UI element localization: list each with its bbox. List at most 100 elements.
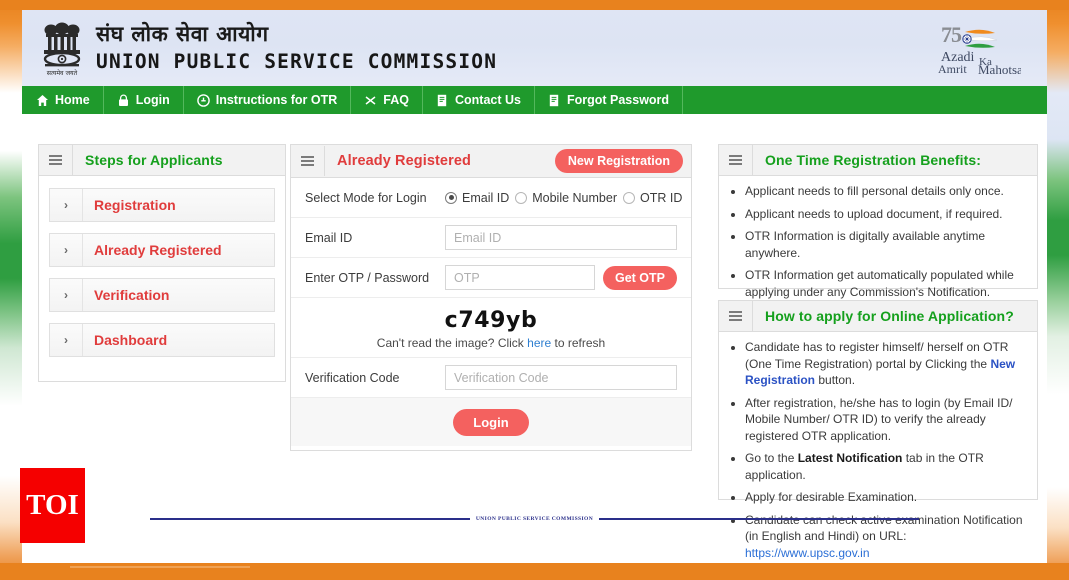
document-icon [436,94,449,107]
list-item: OTR Information get automatically popula… [745,267,1027,300]
nav-label: Home [55,93,90,107]
nav-item-home[interactable]: Home [22,86,104,114]
list-item: Apply for desirable Examination. [745,489,1027,506]
list-item: Go to the Latest Notification tab in the… [745,450,1027,483]
login-button[interactable]: Login [453,408,529,436]
captcha-help-post: to refresh [551,336,606,350]
verification-code-row: Verification Code [291,358,691,398]
list-item: Applicant needs to fill personal details… [745,183,1027,200]
chevron-right-icon: › [50,279,83,311]
nav-item-contact-us[interactable]: Contact Us [423,86,535,114]
nav-label: Forgot Password [566,93,670,107]
radio-indicator [515,191,528,204]
nav-label: FAQ [383,93,409,107]
radio-label: OTR ID [640,190,683,205]
otr-benefits-panel: One Time Registration Benefits: Applican… [718,144,1038,299]
step-item-dashboard[interactable]: › Dashboard [49,323,275,357]
chevron-right-icon: › [50,324,83,356]
verification-code-input[interactable] [445,365,677,390]
step-label: Verification [94,287,170,303]
lock-icon [117,94,130,107]
left-tricolor-ribbon [0,0,22,580]
nav-item-forgot-password[interactable]: Forgot Password [535,86,684,114]
radio-mobile-number[interactable]: Mobile Number [515,191,617,205]
toi-watermark-logo: TOI [20,468,85,543]
svg-text:Mahotsav: Mahotsav [978,62,1021,77]
panel-title: Steps for Applicants [85,152,223,168]
radio-label: Email ID [462,190,510,205]
site-brand: संघ लोक सेवा आयोग UNION PUBLIC SERVICE C… [96,24,497,72]
home-icon [36,94,49,107]
email-row: Email ID [291,218,691,258]
panel-title: How to apply for Online Application? [765,308,1014,324]
panel-header: One Time Registration Benefits: [719,145,1037,176]
upsc-website-link[interactable]: https://www.upsc.gov.in [745,546,870,560]
text-pre: After registration, he/she has to login … [745,395,1013,443]
nav-item-login[interactable]: Login [104,86,184,114]
verification-code-label: Verification Code [305,370,400,385]
panel-header: Steps for Applicants [39,145,285,176]
list-item: After registration, he/she has to login … [745,395,1027,445]
svg-text:Amrit: Amrit [938,62,967,76]
otp-row: Enter OTP / Password Get OTP [291,258,691,298]
panel-header: Already Registered New Registration [291,145,691,178]
step-label: Dashboard [94,332,168,348]
footer-text: UNION PUBLIC SERVICE COMMISSION [475,516,594,522]
list-item: OTR Information is digitally available a… [745,228,1027,261]
already-registered-login-panel: Already Registered New Registration Sele… [290,144,692,451]
login-mode-radio-group: Email ID Mobile Number OTR ID [445,191,682,205]
how-to-apply-panel: How to apply for Online Application? Can… [718,300,1038,560]
new-registration-button[interactable]: New Registration [554,149,683,173]
panel-title: Already Registered [337,153,471,169]
info-circle-icon [196,93,210,107]
top-orange-border [0,0,1069,10]
step-label: Already Registered [94,242,222,258]
page-root: सत्यमेव जयते संघ लोक सेवा आयोग UNION PUB… [0,0,1069,580]
how-to-apply-list: Candidate has to register himself/ herse… [719,332,1037,571]
step-label: Registration [94,197,176,213]
brand-title-hindi: संघ लोक सेवा आयोग [96,22,269,47]
footer-divider: UNION PUBLIC SERVICE COMMISSION [22,510,1047,528]
hamburger-icon[interactable] [291,146,325,176]
radio-label: Mobile Number [532,190,617,205]
list-item: Applicant needs to upload document, if r… [745,206,1027,223]
step-item-verification[interactable]: › Verification [49,278,275,312]
nav-item-instructions-for-otr[interactable]: Instructions for OTR [184,86,352,114]
step-item-already-registered[interactable]: › Already Registered [49,233,275,267]
radio-email-id[interactable]: Email ID [445,191,509,205]
radio-otr-id[interactable]: OTR ID [623,191,682,205]
captcha-image: c749yb [434,307,548,334]
brand-title-english: UNION PUBLIC SERVICE COMMISSION [96,50,498,74]
footer-rule-left [149,518,470,520]
panel-title: One Time Registration Benefits: [765,152,981,168]
nav-label: Login [135,93,170,107]
toi-watermark-label: TOI [26,489,79,521]
content-area: Steps for Applicants › Registration › Al… [22,114,1047,560]
get-otp-button[interactable]: Get OTP [602,265,677,290]
text-post: button. [815,373,856,388]
radio-indicator [445,191,457,204]
step-item-registration[interactable]: › Registration [49,188,275,222]
hamburger-icon[interactable] [39,145,73,175]
benefits-list: Applicant needs to fill personal details… [719,176,1037,309]
login-mode-label: Select Mode for Login [305,190,427,205]
nav-item-faq[interactable]: FAQ [351,86,423,114]
email-label: Email ID [305,230,353,245]
hamburger-icon[interactable] [719,145,753,175]
hamburger-icon[interactable] [719,301,753,331]
bottom-orange-border [0,563,1069,580]
panel-header: How to apply for Online Application? [719,301,1037,332]
right-tricolor-ribbon [1047,0,1069,580]
otp-input[interactable] [445,265,595,290]
question-icon [364,94,377,107]
footer-rule-right [599,518,920,520]
otp-label: Enter OTP / Password [305,270,430,285]
text-pre: Go to the [745,451,798,466]
email-input[interactable] [445,225,677,250]
captcha-refresh-link[interactable]: here [527,336,551,350]
nav-label: Contact Us [454,93,521,107]
national-emblem-icon: सत्यमेव जयते [34,16,90,82]
steps-for-applicants-panel: Steps for Applicants › Registration › Al… [38,144,286,382]
captcha-row: c749yb Can't read the image? Click here … [291,298,691,358]
steps-list: › Registration › Already Registered › Ve… [39,176,285,367]
